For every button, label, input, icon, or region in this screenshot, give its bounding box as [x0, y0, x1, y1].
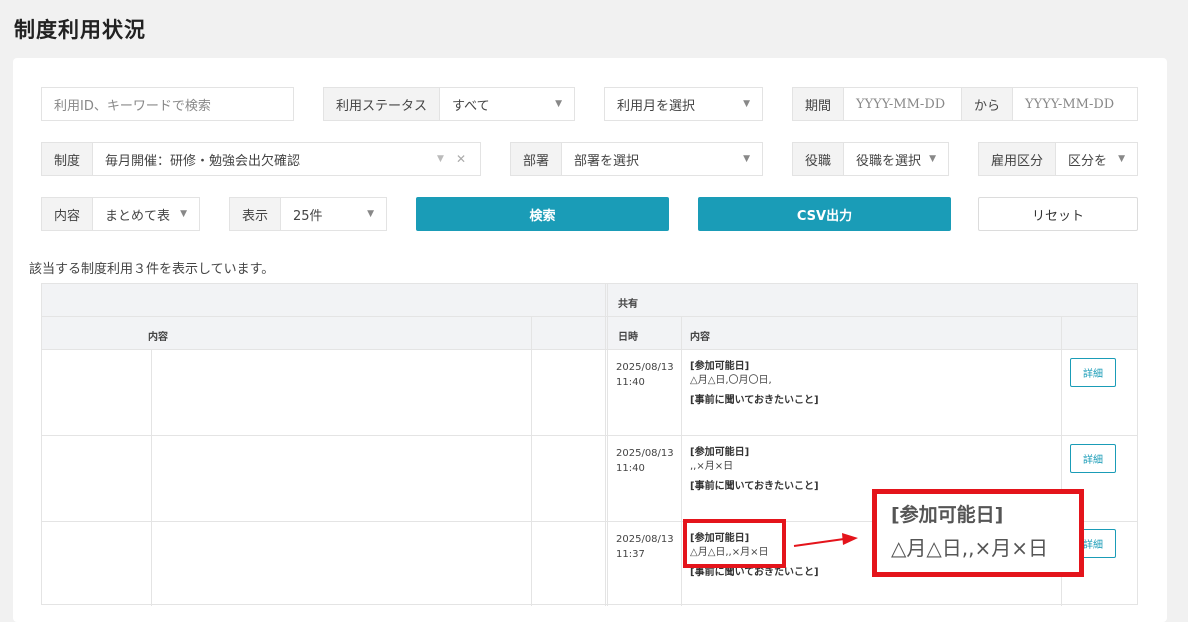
position-label: 役職	[793, 143, 845, 175]
department-select[interactable]: 部署 部署を選択 ▼	[510, 142, 763, 176]
month-select[interactable]: 利用月を選択 ▼	[604, 87, 763, 121]
period-from-input[interactable]: YYYY-MM-DD	[844, 97, 961, 112]
col-header-datetime: 日時	[618, 332, 638, 343]
table-row: 2025/08/13 11:40 [参加可能日] △月△日,〇月〇日, [事前に…	[42, 350, 1137, 436]
display-value: 25件	[293, 208, 323, 224]
period-to-input[interactable]: YYYY-MM-DD	[1013, 97, 1137, 112]
row-time: 11:40	[616, 463, 645, 474]
chevron-down-icon: ▼	[743, 154, 750, 164]
callout-value: △月△日,,×月×日	[891, 536, 1048, 560]
chevron-down-icon: ▼	[555, 99, 562, 109]
question-label: [事前に聞いておきたいこと]	[690, 395, 819, 406]
status-label: 利用ステータス	[324, 88, 441, 120]
position-select[interactable]: 役職 役職を選択 ▼	[792, 142, 949, 176]
month-placeholder: 利用月を選択	[617, 98, 696, 114]
content-label: 内容	[42, 198, 94, 230]
question-label: [事前に聞いておきたいこと]	[690, 481, 819, 492]
col-header-content-left: 内容	[148, 332, 168, 343]
status-value: すべて	[452, 98, 490, 114]
period-label: 期間	[793, 88, 845, 120]
csv-export-button[interactable]: CSV出力	[698, 197, 951, 231]
content-value: まとめて表	[105, 208, 171, 224]
row-date: 2025/08/13	[616, 448, 674, 459]
chevron-down-icon: ▼	[437, 154, 444, 164]
availability-value: ,,×月×日	[690, 461, 734, 472]
employment-placeholder: 区分を	[1068, 153, 1108, 169]
clear-icon[interactable]: ✕	[456, 152, 480, 166]
zoom-callout: [参加可能日] △月△日,,×月×日	[872, 489, 1084, 577]
row-date: 2025/08/13	[616, 534, 674, 545]
page-title: 制度利用状況	[14, 18, 146, 42]
row-time: 11:37	[616, 549, 645, 560]
reset-button[interactable]: リセット	[978, 197, 1138, 231]
position-placeholder: 役職を選択	[856, 153, 922, 169]
group-header-shared: 共有	[618, 299, 638, 310]
display-label: 表示	[230, 198, 282, 230]
table-group-header	[42, 284, 1137, 317]
table-column-header	[42, 317, 1137, 350]
chevron-down-icon: ▼	[1118, 154, 1125, 164]
department-label: 部署	[511, 143, 563, 175]
search-input[interactable]: 利用ID、キーワードで検索	[41, 87, 294, 121]
content-select[interactable]: 内容 まとめて表 ▼	[41, 197, 200, 231]
status-select[interactable]: 利用ステータス すべて ▼	[323, 87, 575, 121]
employment-label: 雇用区分	[979, 143, 1057, 175]
period-separator: から	[961, 88, 1014, 120]
system-label: 制度	[42, 143, 94, 175]
highlight-box	[683, 519, 786, 568]
display-count-select[interactable]: 表示 25件 ▼	[229, 197, 387, 231]
system-select[interactable]: 制度 毎月開催：研修・勉強会出欠確認 ▼ ✕	[41, 142, 481, 176]
chevron-down-icon: ▼	[743, 99, 750, 109]
availability-value: △月△日,〇月〇日,	[690, 375, 772, 386]
col-header-content: 内容	[690, 332, 710, 343]
chevron-down-icon: ▼	[367, 209, 374, 219]
period-range: 期間 YYYY-MM-DD から YYYY-MM-DD	[792, 87, 1138, 121]
system-value: 毎月開催：研修・勉強会出欠確認	[105, 153, 301, 169]
result-count-text: 該当する制度利用３件を表示しています。	[29, 262, 275, 277]
question-label: [事前に聞いておきたいこと]	[690, 567, 819, 578]
callout-label: [参加可能日]	[891, 504, 1004, 526]
arrow-right-icon	[793, 533, 858, 547]
department-placeholder: 部署を選択	[574, 153, 640, 169]
detail-button[interactable]: 詳細	[1070, 358, 1116, 387]
search-button[interactable]: 検索	[416, 197, 669, 231]
chevron-down-icon: ▼	[929, 154, 936, 164]
availability-label: [参加可能日]	[690, 447, 750, 458]
availability-label: [参加可能日]	[690, 361, 750, 372]
detail-button[interactable]: 詳細	[1070, 444, 1116, 473]
employment-select[interactable]: 雇用区分 区分を ▼	[978, 142, 1138, 176]
row-time: 11:40	[616, 377, 645, 388]
chevron-down-icon: ▼	[180, 209, 187, 219]
search-placeholder: 利用ID、キーワードで検索	[54, 98, 211, 114]
row-date: 2025/08/13	[616, 362, 674, 373]
